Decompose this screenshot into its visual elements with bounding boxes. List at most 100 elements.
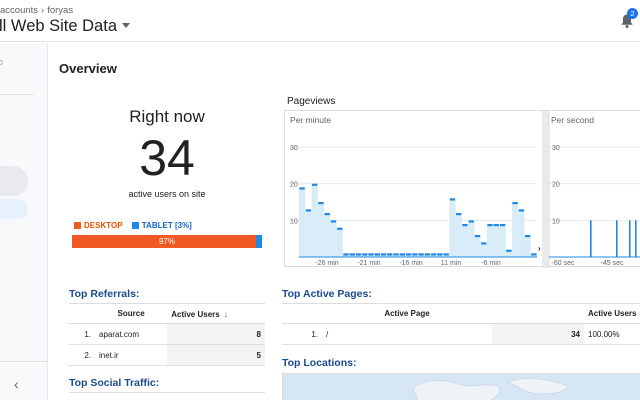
expand-arrow-icon[interactable]: › — [538, 244, 541, 253]
index-header — [282, 303, 322, 324]
bar-area — [524, 235, 531, 257]
bar-area — [474, 235, 481, 257]
breadcrumb-account-name[interactable]: foryas — [47, 5, 73, 16]
source-header[interactable]: Source — [95, 303, 168, 324]
referral-users: 8 — [167, 323, 265, 345]
y-tick-label: 30 — [290, 145, 298, 152]
bar-area — [486, 224, 494, 257]
top-locations-title: Top Locations: — [282, 357, 357, 369]
bar-cap — [349, 253, 355, 256]
x-tick-label: -60 sec — [552, 260, 575, 267]
pageviews-title: Pageviews — [287, 96, 336, 107]
collapse-sidebar-icon[interactable]: ‹ — [14, 376, 19, 392]
bar-cap — [431, 253, 437, 256]
table-row[interactable]: 2. inet.ir 5 — [69, 344, 265, 366]
per-second-spike — [629, 220, 631, 257]
row-index: 1. — [69, 323, 95, 345]
index-header — [69, 303, 95, 324]
active-users-header[interactable]: Active Users — [584, 303, 640, 324]
sidebar-item-active[interactable] — [0, 166, 28, 196]
bar-cap — [324, 213, 330, 216]
bar-cap — [474, 235, 481, 238]
bar-cap — [487, 224, 493, 227]
bar-cap — [518, 209, 524, 212]
active-page-users: 34 — [492, 323, 584, 345]
bar-cap — [493, 224, 499, 227]
bar-cap — [387, 253, 393, 256]
bar-area — [299, 187, 306, 257]
bar-cap — [393, 253, 399, 256]
view-selector[interactable]: ll Web Site Data — [0, 17, 130, 36]
active-page-path[interactable]: / — [322, 323, 492, 345]
breadcrumb-accounts[interactable]: accounts — [0, 5, 38, 16]
table-row[interactable]: 1. aparat.com 8 — [69, 323, 265, 345]
analytics-realtime-page: accounts › foryas ll Web Site Data 2 o ‹ O… — [0, 0, 640, 400]
bar-cap — [468, 220, 474, 223]
active-page-percent: 100.00% — [584, 323, 640, 345]
bar-cap — [424, 253, 431, 256]
top-active-pages-table: Active Page Active Users 1. / 34 100.00% — [282, 303, 640, 345]
top-social-title: Top Social Traffic: — [69, 377, 160, 389]
bar-area — [305, 209, 312, 257]
bar-cap — [299, 187, 305, 190]
bar-cap — [531, 253, 537, 256]
y-tick-label: 20 — [290, 182, 298, 189]
y-tick-label: 30 — [552, 145, 560, 152]
bar-cap — [312, 183, 318, 186]
bar-cap — [512, 202, 518, 205]
x-tick-label: 11 min — [441, 260, 462, 267]
sidebar-item-selected[interactable] — [0, 199, 28, 219]
sort-down-icon[interactable]: ↓ — [224, 309, 229, 319]
per-second-label: Per second — [551, 115, 594, 125]
top-social-divider — [69, 392, 265, 393]
active-users-count: 34 — [139, 130, 195, 186]
bar-cap — [355, 253, 362, 256]
legend-tablet-label: TABLET [3%] — [141, 221, 192, 230]
table-row[interactable]: 1. / 34 100.00% — [282, 323, 640, 345]
bar-area — [493, 224, 500, 257]
breadcrumb: accounts › foryas — [0, 5, 73, 16]
referral-source[interactable]: inet.ir — [95, 344, 168, 366]
bar-area — [449, 198, 456, 257]
x-tick-label: -26 min — [315, 260, 338, 267]
row-index: 1. — [282, 323, 322, 345]
top-referrals-title: Top Referrals: — [69, 288, 140, 300]
x-tick-label: -21 min — [357, 260, 380, 267]
bar-area — [455, 213, 462, 257]
legend-desktop-label: DESKTOP — [84, 221, 123, 230]
active-users-header[interactable]: Active Users ↓ — [167, 303, 265, 324]
per-second-spike — [635, 220, 637, 257]
referral-users: 5 — [167, 344, 265, 366]
bar-cap — [462, 224, 468, 227]
active-users-header-label: Active Users — [171, 309, 220, 319]
sidebar-divider-bottom — [0, 361, 48, 362]
table-header-row: Active Page Active Users — [282, 303, 640, 324]
bar-area — [324, 213, 331, 257]
bar-cap — [456, 213, 462, 216]
active-page-header[interactable]: Active Page — [322, 303, 492, 324]
y-tick-label: 10 — [552, 218, 560, 225]
bar-area — [518, 209, 525, 257]
left-sidebar: o ‹ — [0, 43, 48, 400]
bar-cap — [368, 253, 374, 256]
notification-badge: 2 — [627, 8, 638, 19]
pageviews-chart-svg: 30 20 10 30 20 10 -26 min -21 min -16 min 11 min -… — [289, 111, 640, 268]
bar-cap — [343, 253, 349, 256]
bar-area — [468, 220, 475, 257]
bar-cap — [481, 242, 487, 245]
world-map-graphic — [412, 378, 569, 400]
referral-source[interactable]: aparat.com — [95, 323, 168, 345]
device-split-bar: 97% — [72, 235, 262, 248]
bar-cap — [405, 253, 412, 256]
bar-cap — [362, 253, 368, 256]
locations-map[interactable] — [282, 373, 640, 400]
bar-cap — [305, 209, 312, 212]
panel-divider — [542, 111, 549, 268]
per-minute-label: Per minute — [290, 115, 332, 125]
bar-cap — [399, 253, 405, 256]
sidebar-partial-label: o — [0, 57, 4, 67]
bar-cap — [437, 253, 443, 256]
page-title: Overview — [59, 61, 117, 76]
bar-cap — [524, 235, 531, 238]
bar-area — [330, 220, 337, 257]
